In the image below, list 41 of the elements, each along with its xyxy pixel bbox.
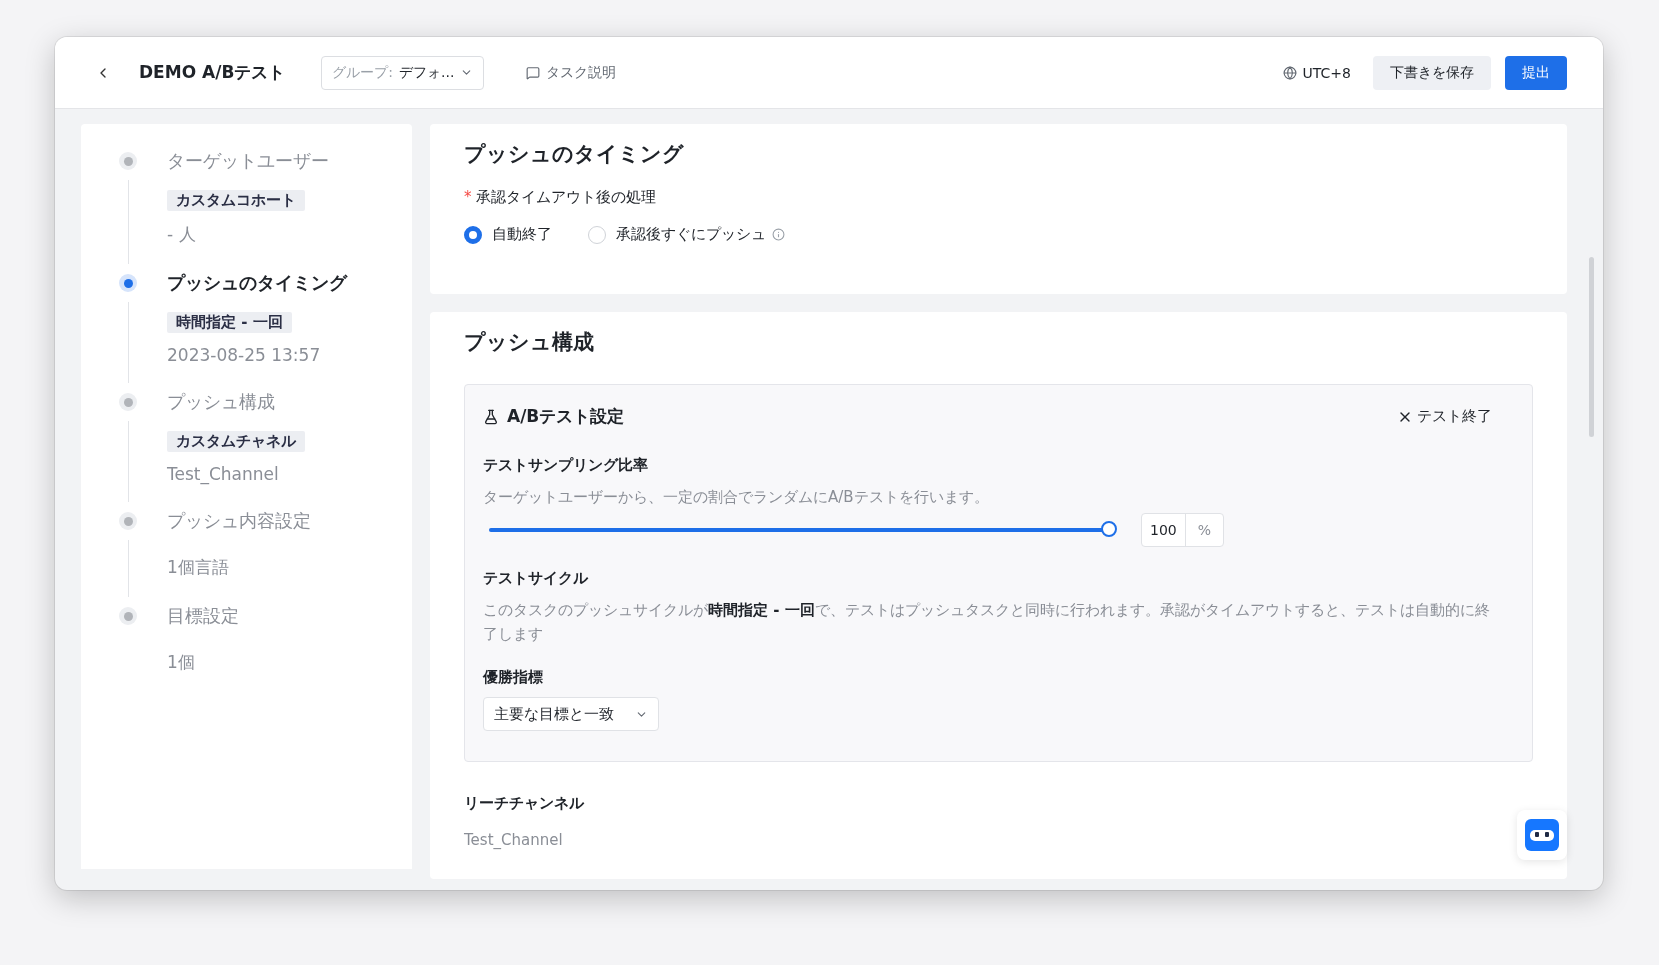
slider-thumb[interactable] [1101,521,1117,537]
end-test-button[interactable]: テスト終了 [1391,406,1498,427]
step-detail: 2023-08-25 13:57 [167,345,321,365]
scrollbar[interactable] [1589,257,1594,437]
metric-select[interactable]: 主要な目標と一致 [483,697,659,731]
sampling-hint: ターゲットユーザーから、一定の割合でランダムにA/Bテストを行います。 [483,487,990,508]
cycle-label: テストサイクル [483,569,589,588]
step-detail: Test_Channel [167,464,279,484]
group-select[interactable]: グループ: デフォ... [321,55,485,90]
step-tag: カスタムコホート [167,190,305,211]
flask-icon [483,408,499,425]
step-title[interactable]: プッシュのタイミング [167,268,347,298]
submit-button[interactable]: 提出 [1505,55,1567,90]
radio-option[interactable]: 承認後すぐにプッシュ [588,225,785,244]
step-tag: カスタムチャネル [167,431,305,452]
task-description-button[interactable]: タスク説明 [520,62,623,83]
info-icon [772,228,785,241]
percent-input[interactable]: 100 % [1141,513,1225,547]
field-label: 承認タイムアウト後の処理 [475,188,656,207]
globe-icon [1282,65,1297,80]
timezone-button[interactable]: UTC+8 [1282,64,1351,81]
card-title: プッシュのタイミング [464,141,685,168]
robot-icon [1525,819,1559,851]
card-title: プッシュ構成 [464,329,595,356]
cycle-description: このタスクのプッシュサイクルが時間指定 - 一回で、テストはプッシュタスクと同時に行われます。承認がタイムアウトすると、テストは自動的に終了します [483,600,1491,645]
metric-label: 優勝指標 [483,668,544,687]
save-draft-button[interactable]: 下書きを保存 [1373,55,1491,90]
page-title: DEMO A/Bテスト [139,61,286,84]
step-detail: 1個 [167,651,195,674]
step-detail: 1個言語 [167,556,229,579]
step-detail: - 人 [167,223,196,246]
sampling-label: テストサンプリング比率 [483,456,649,475]
step-tag: 時間指定 - 一回 [167,312,292,333]
reach-channel-label: リーチチャンネル [464,794,585,813]
radio-option[interactable]: 自動終了 [464,225,552,244]
required-mark: * [464,188,472,207]
assistant-button[interactable] [1517,810,1567,860]
radio-circle[interactable] [464,225,482,244]
panel-title: A/Bテスト設定 [507,405,625,428]
comment-icon [526,65,541,80]
reach-channel-value: Test_Channel [464,831,564,851]
